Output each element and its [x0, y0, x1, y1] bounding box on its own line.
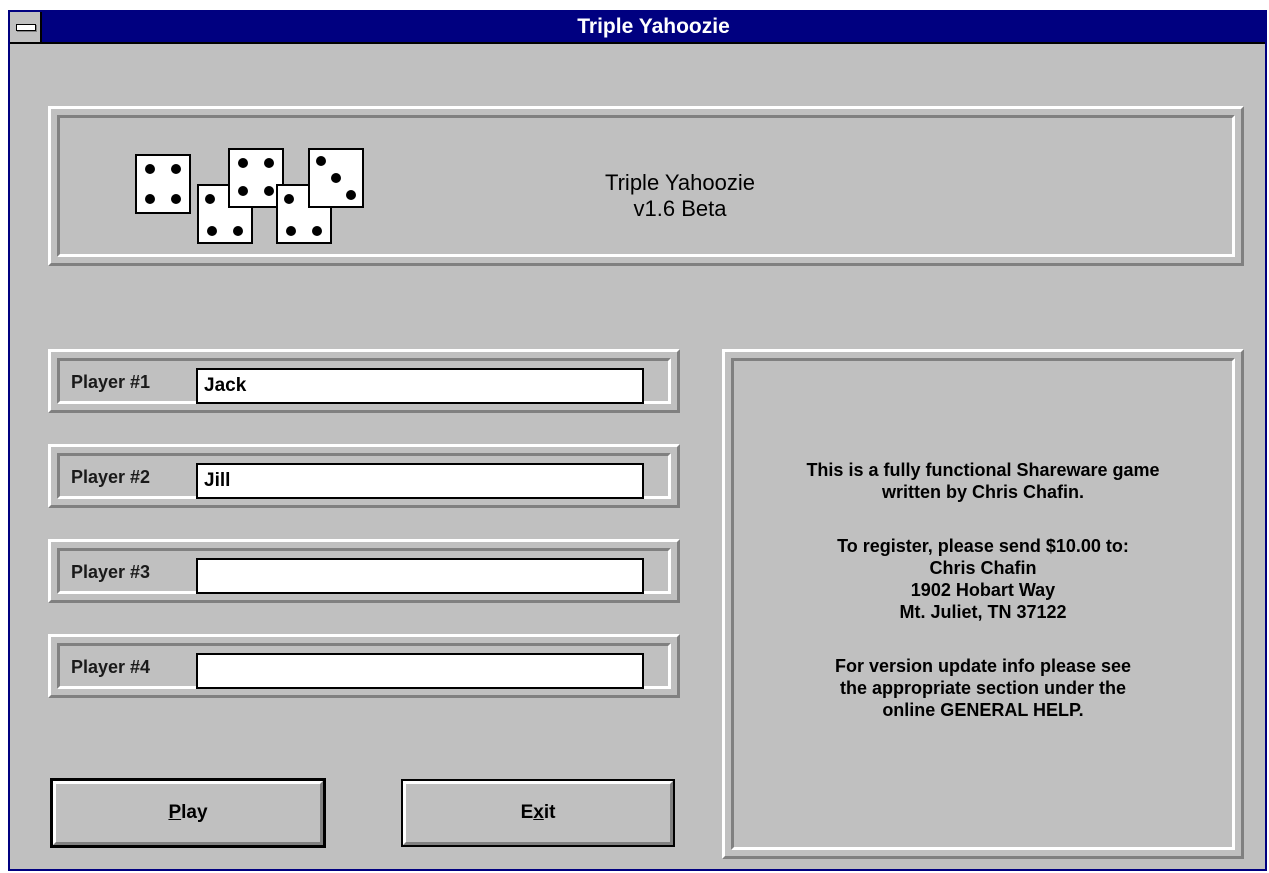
exit-label-pre: E [520, 802, 534, 823]
banner-panel: Triple Yahoozie v1.6 Beta [48, 106, 1244, 266]
info-line: 1902 Hobart Way [910, 580, 1056, 600]
player-4-label: Player #4 [71, 657, 151, 677]
info-paragraph-1: This is a fully functional Shareware gam… [734, 459, 1232, 503]
die-four-icon [135, 154, 191, 214]
player-row-3: Player #3 [48, 539, 680, 603]
system-menu-button[interactable] [10, 12, 42, 42]
exit-mnemonic: x [533, 802, 544, 823]
player-4-input[interactable] [196, 653, 644, 689]
shareware-info-inner: This is a fully functional Shareware gam… [731, 358, 1235, 850]
exit-label-rest: it [543, 802, 556, 823]
info-line: Mt. Juliet, TN 37122 [899, 602, 1067, 622]
info-line: the appropriate section under the [839, 678, 1127, 698]
info-line: For version update info please see [834, 656, 1132, 676]
info-line: To register, please send $10.00 to: [837, 536, 1129, 556]
info-line: written by Chris Chafin. [881, 482, 1085, 502]
die-three-icon [308, 148, 364, 208]
window-title: Triple Yahoozie [577, 15, 730, 38]
player-row-4: Player #4 [48, 634, 680, 698]
player-3-input[interactable] [196, 558, 644, 594]
info-line: online GENERAL HELP. [882, 700, 1084, 720]
info-line: Chris Chafin [929, 558, 1037, 578]
player-2-input[interactable] [196, 463, 644, 499]
info-paragraph-2: To register, please send $10.00 to: Chri… [734, 535, 1232, 623]
play-button[interactable]: Play [50, 778, 326, 848]
banner-app-name: Triple Yahoozie [604, 170, 755, 195]
player-1-input[interactable] [196, 368, 644, 404]
banner-inner: Triple Yahoozie v1.6 Beta [57, 115, 1235, 257]
banner-title: Triple Yahoozie v1.6 Beta [480, 170, 880, 222]
info-line: This is a fully functional Shareware gam… [806, 460, 1160, 480]
player-row-1: Player #1 [48, 349, 680, 413]
banner-version: v1.6 Beta [633, 196, 727, 221]
player-1-label: Player #1 [71, 372, 151, 392]
title-bar[interactable]: Triple Yahoozie [10, 12, 1265, 44]
main-window: Triple Yahoozie Triple Yahoozie v1.6 Bet… [8, 10, 1267, 871]
play-label-rest: lay [181, 802, 208, 823]
player-row-2: Player #2 [48, 444, 680, 508]
info-paragraph-3: For version update info please see the a… [734, 655, 1232, 721]
player-3-label: Player #3 [71, 562, 151, 582]
exit-button[interactable]: Ex it [401, 779, 675, 847]
shareware-info-panel: This is a fully functional Shareware gam… [722, 349, 1244, 859]
player-2-label: Player #2 [71, 467, 151, 487]
play-mnemonic: P [168, 802, 182, 823]
system-menu-icon [16, 24, 36, 31]
